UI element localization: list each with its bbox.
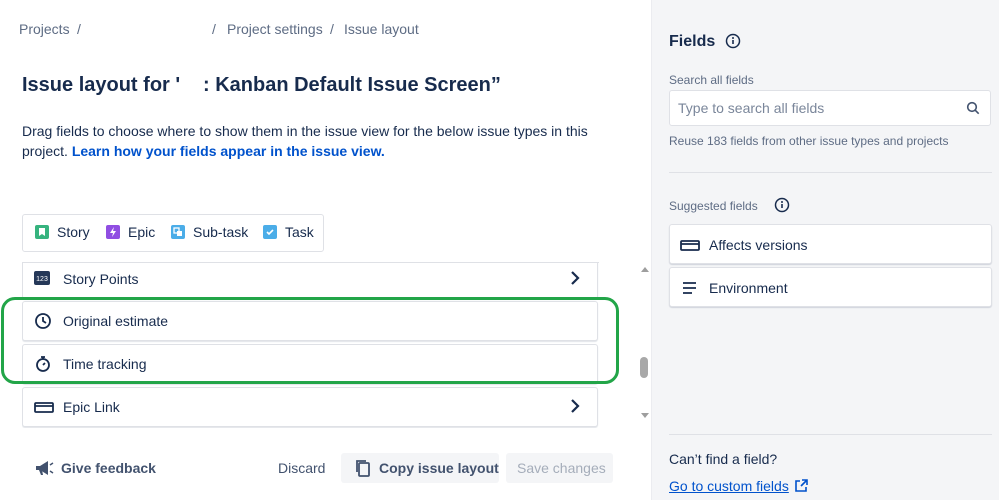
chevron-right-icon[interactable] [569, 398, 581, 414]
suggested-field-affects-versions[interactable]: Affects versions [669, 224, 992, 264]
field-label: Epic Link [63, 399, 120, 415]
issue-type-task: Task [263, 224, 314, 240]
custom-fields-link[interactable]: Go to custom fields [669, 478, 808, 494]
search-field[interactable] [669, 90, 991, 126]
page-title: Issue layout for ' : Kanban Default Issu… [22, 74, 501, 97]
breadcrumb-issue-layout[interactable]: Issue layout [344, 21, 419, 37]
page-description: Drag fields to choose where to show them… [22, 121, 602, 161]
breadcrumb-project-settings[interactable]: Project settings [227, 21, 323, 37]
scrollbar-thumb[interactable] [640, 357, 648, 378]
breadcrumb-separator: / [77, 21, 81, 37]
copy-issue-layout-button[interactable]: Copy issue layout [341, 453, 499, 483]
svg-text:123: 123 [36, 276, 48, 283]
breadcrumb-projects[interactable]: Projects [19, 21, 70, 37]
issue-type-story: Story [35, 224, 90, 240]
search-label: Search all fields [669, 73, 754, 87]
text-lines-icon [680, 279, 700, 297]
issue-type-label: Epic [128, 224, 156, 240]
highlight-annotation [1, 297, 619, 384]
issue-type-label: Story [57, 224, 90, 240]
reuse-fields-text: Reuse 183 fields from other issue types … [669, 134, 949, 148]
external-link-icon [794, 479, 808, 493]
fields-sidebar: Fields Search all fields Reuse 183 field… [651, 0, 999, 500]
subtask-icon [171, 225, 185, 239]
info-icon[interactable] [725, 33, 741, 49]
copy-issue-layout-label: Copy issue layout [379, 460, 499, 476]
suggested-fields-label: Suggested fields [669, 199, 758, 213]
epic-link-icon [34, 398, 54, 416]
cant-find-field-text: Can’t find a field? [669, 451, 778, 467]
custom-fields-label: Go to custom fields [669, 478, 789, 494]
epic-icon [106, 225, 120, 239]
give-feedback-button[interactable]: Give feedback [34, 453, 156, 483]
page-title-prefix: Issue layout for ' [22, 74, 181, 96]
suggested-field-environment[interactable]: Environment [669, 267, 992, 307]
give-feedback-label: Give feedback [61, 460, 156, 476]
page-title-suffix: : Kanban Default Issue Screen” [203, 74, 501, 96]
search-input[interactable] [678, 100, 948, 116]
field-list-scrollbar[interactable] [638, 262, 652, 428]
suggested-field-label: Affects versions [709, 237, 808, 253]
search-icon [966, 101, 980, 115]
field-label: Story Points [63, 271, 139, 287]
issue-type-label: Sub-task [193, 224, 249, 240]
breadcrumb-separator: / [330, 21, 334, 37]
issue-types-bar: Story Epic Sub-task Task [22, 214, 324, 252]
discard-button[interactable]: Discard [268, 453, 335, 483]
task-icon [263, 225, 277, 239]
number-icon: 123 [34, 270, 52, 288]
suggested-field-label: Environment [709, 280, 788, 296]
save-changes-button[interactable]: Save changes [506, 453, 613, 483]
issue-type-subtask: Sub-task [171, 224, 248, 240]
breadcrumb-separator: / [212, 21, 216, 37]
issue-type-label: Task [285, 224, 314, 240]
learn-more-link[interactable]: Learn how your fields appear in the issu… [72, 143, 385, 159]
field-row-epic-link[interactable]: Epic Link [22, 387, 598, 427]
main-panel: Projects / / Project settings / Issue la… [0, 0, 651, 500]
issue-type-epic: Epic [106, 224, 155, 240]
divider [669, 434, 992, 435]
field-row-story-points[interactable]: 123 Story Points [22, 263, 598, 299]
scroll-down-arrow-icon[interactable] [641, 413, 649, 418]
info-icon[interactable] [774, 197, 790, 213]
version-icon [680, 236, 700, 254]
divider [669, 172, 992, 173]
scroll-up-arrow-icon[interactable] [641, 267, 649, 272]
chevron-right-icon[interactable] [569, 270, 581, 286]
megaphone-icon [34, 459, 54, 477]
sidebar-title: Fields [669, 33, 716, 50]
copy-icon [355, 459, 371, 477]
story-icon [35, 225, 49, 239]
